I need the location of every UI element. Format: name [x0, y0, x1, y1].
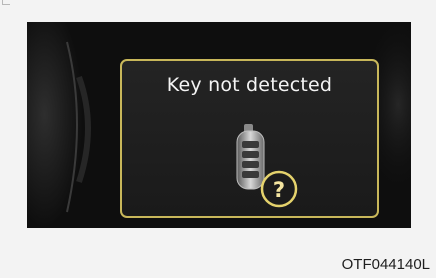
question-mark-circle-icon: ? — [260, 170, 298, 208]
instrument-cluster-display: Key not detected ? — [27, 22, 411, 228]
key-not-detected-popup: Key not detected ? — [120, 59, 379, 218]
crop-mark — [2, 0, 10, 5]
warning-message: Key not detected — [166, 74, 333, 96]
help-badge-symbol: ? — [273, 178, 285, 202]
figure-code: OTF044140L — [341, 256, 430, 273]
